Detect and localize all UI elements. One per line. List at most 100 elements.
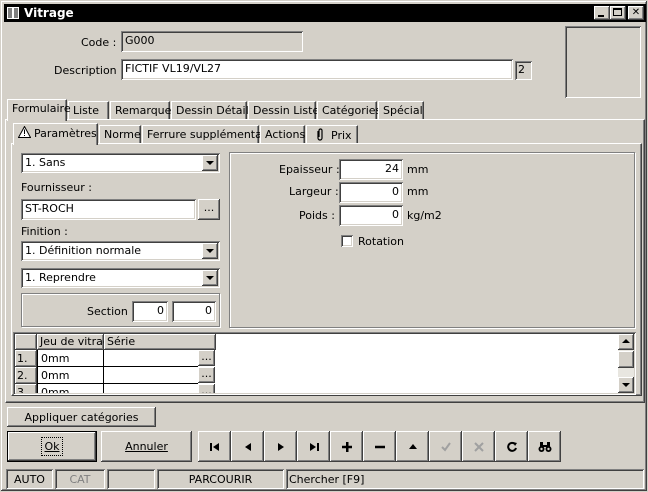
tab-prix-label: Prix (331, 129, 352, 142)
tab-parametres[interactable]: Paramètres (13, 123, 98, 145)
tab-prix[interactable]: Prix (306, 125, 358, 145)
finition-select-value: 1. Définition normale (25, 244, 142, 257)
next-record-button[interactable] (264, 431, 297, 462)
minus-icon (374, 445, 385, 448)
table-row[interactable]: 2. 0mm ... (15, 367, 216, 384)
reprendre-select[interactable]: 1. Reprendre (21, 268, 220, 288)
refresh-button[interactable] (495, 431, 528, 462)
appliquer-categories-button[interactable]: Appliquer catégories (7, 407, 156, 427)
poids-unit: kg/m2 (407, 209, 442, 222)
tab-categories[interactable]: Catégories (317, 101, 381, 121)
cancel-record-button[interactable] (462, 431, 495, 462)
row-browse-button[interactable]: ... (198, 367, 215, 383)
scroll-down-button[interactable] (618, 377, 634, 393)
tab-actions[interactable]: Actions (260, 125, 305, 145)
grid-header-serie[interactable]: Série (104, 334, 216, 350)
window-title: Vitrage (24, 6, 74, 20)
chevron-down-icon (206, 249, 214, 253)
status-mode: AUTO (6, 469, 53, 489)
up-icon (408, 443, 417, 449)
row-browse-button[interactable]: ... (198, 384, 215, 393)
finition-select[interactable]: 1. Définition normale (21, 241, 220, 261)
code-field[interactable]: G000 (121, 31, 303, 52)
annuler-button[interactable]: Annuler (101, 431, 192, 462)
row-browse-button[interactable]: ... (198, 350, 215, 366)
vitrage-window: Vitrage ✕ Code : G000 Description : FICT… (0, 0, 648, 492)
grid-scrollbar[interactable] (618, 334, 634, 393)
tab-formulaire[interactable]: Formulaire (7, 99, 71, 121)
ok-button[interactable]: Ok (7, 431, 97, 462)
scroll-up-button[interactable] (618, 334, 634, 350)
delete-record-button[interactable] (363, 431, 396, 462)
plus-icon (341, 441, 352, 452)
table-row[interactable]: 3. 0mm ... (15, 384, 216, 393)
tab-ferrure-supplementaire[interactable]: Ferrure supplémentaire (142, 125, 276, 145)
epaisseur-input[interactable]: 24 (339, 159, 403, 180)
confirm-record-button[interactable] (429, 431, 462, 462)
section-input-1[interactable]: 0 (132, 301, 168, 322)
type-select[interactable]: 1. Sans (21, 153, 220, 173)
poids-input[interactable]: 0 (339, 205, 403, 226)
cell-jeu[interactable]: 0mm (37, 367, 104, 384)
grid-corner (15, 334, 37, 350)
description-label: Description : (54, 64, 124, 77)
largeur-label: Largeur : (289, 185, 339, 198)
maximize-button[interactable] (610, 6, 626, 20)
description-field[interactable]: FICTIF VL19/VL27 (121, 59, 513, 80)
type-select-value: 1. Sans (25, 156, 66, 169)
close-button[interactable]: ✕ (628, 6, 644, 20)
poids-label: Poids : (299, 209, 335, 222)
title-bar[interactable]: Vitrage ✕ (4, 4, 646, 22)
tab-special[interactable]: Spécial (378, 101, 424, 121)
cell-serie[interactable] (104, 367, 198, 384)
previous-record-button[interactable] (231, 431, 264, 462)
grid-header-jeu[interactable]: Jeu de vitrage (37, 334, 104, 350)
code-label: Code : (81, 36, 117, 49)
tab-liste[interactable]: Liste (68, 101, 109, 121)
rotation-checkbox[interactable] (341, 235, 353, 247)
table-row[interactable]: 1. 0mm ... (15, 350, 216, 367)
check-icon (440, 441, 451, 452)
arrow-up-icon (622, 339, 630, 343)
app-icon (6, 6, 20, 20)
cell-serie[interactable] (104, 384, 198, 393)
maximize-icon (613, 8, 622, 16)
row-number: 2. (15, 367, 37, 384)
minimize-icon (598, 15, 604, 17)
dimensions-group (229, 152, 635, 328)
cell-serie[interactable] (104, 350, 198, 367)
chevron-down-icon (206, 276, 214, 280)
row-number: 3. (15, 384, 37, 393)
last-record-button[interactable] (297, 431, 330, 462)
minimize-button[interactable] (594, 6, 610, 20)
largeur-input[interactable]: 0 (339, 182, 403, 203)
first-record-button[interactable] (198, 431, 231, 462)
tab-dessin-liste[interactable]: Dessin Liste (248, 101, 319, 121)
reprendre-select-arrow[interactable] (202, 270, 218, 286)
cell-jeu[interactable]: 0mm (37, 384, 104, 393)
tab-dessin-detail[interactable]: Dessin Détail (171, 101, 249, 121)
scroll-thumb[interactable] (618, 351, 634, 368)
cell-jeu[interactable]: 0mm (37, 350, 104, 367)
paperclip-icon (317, 128, 323, 141)
tab-norme[interactable]: Norme (99, 125, 141, 145)
tab-parametres-label: Paramètres (34, 127, 97, 140)
edit-record-button[interactable] (396, 431, 429, 462)
fournisseur-field[interactable]: ST-ROCH (21, 199, 196, 220)
last-icon (309, 442, 319, 451)
next-icon (277, 442, 284, 451)
type-select-arrow[interactable] (202, 155, 218, 171)
ok-button-label: Ok (41, 437, 63, 456)
add-record-button[interactable] (330, 431, 363, 462)
refresh-icon (506, 441, 517, 452)
finition-select-arrow[interactable] (202, 243, 218, 259)
fournisseur-browse-button[interactable]: ... (198, 199, 220, 220)
cancel-x-icon (473, 441, 484, 452)
row-number: 1. (15, 350, 37, 367)
section-input-2[interactable]: 0 (172, 301, 216, 322)
tab-remarque[interactable]: Remarque (110, 101, 171, 121)
image-preview (565, 26, 641, 98)
finition-label: Finition : (21, 225, 68, 238)
warning-icon (17, 125, 32, 138)
search-button[interactable] (528, 431, 561, 462)
